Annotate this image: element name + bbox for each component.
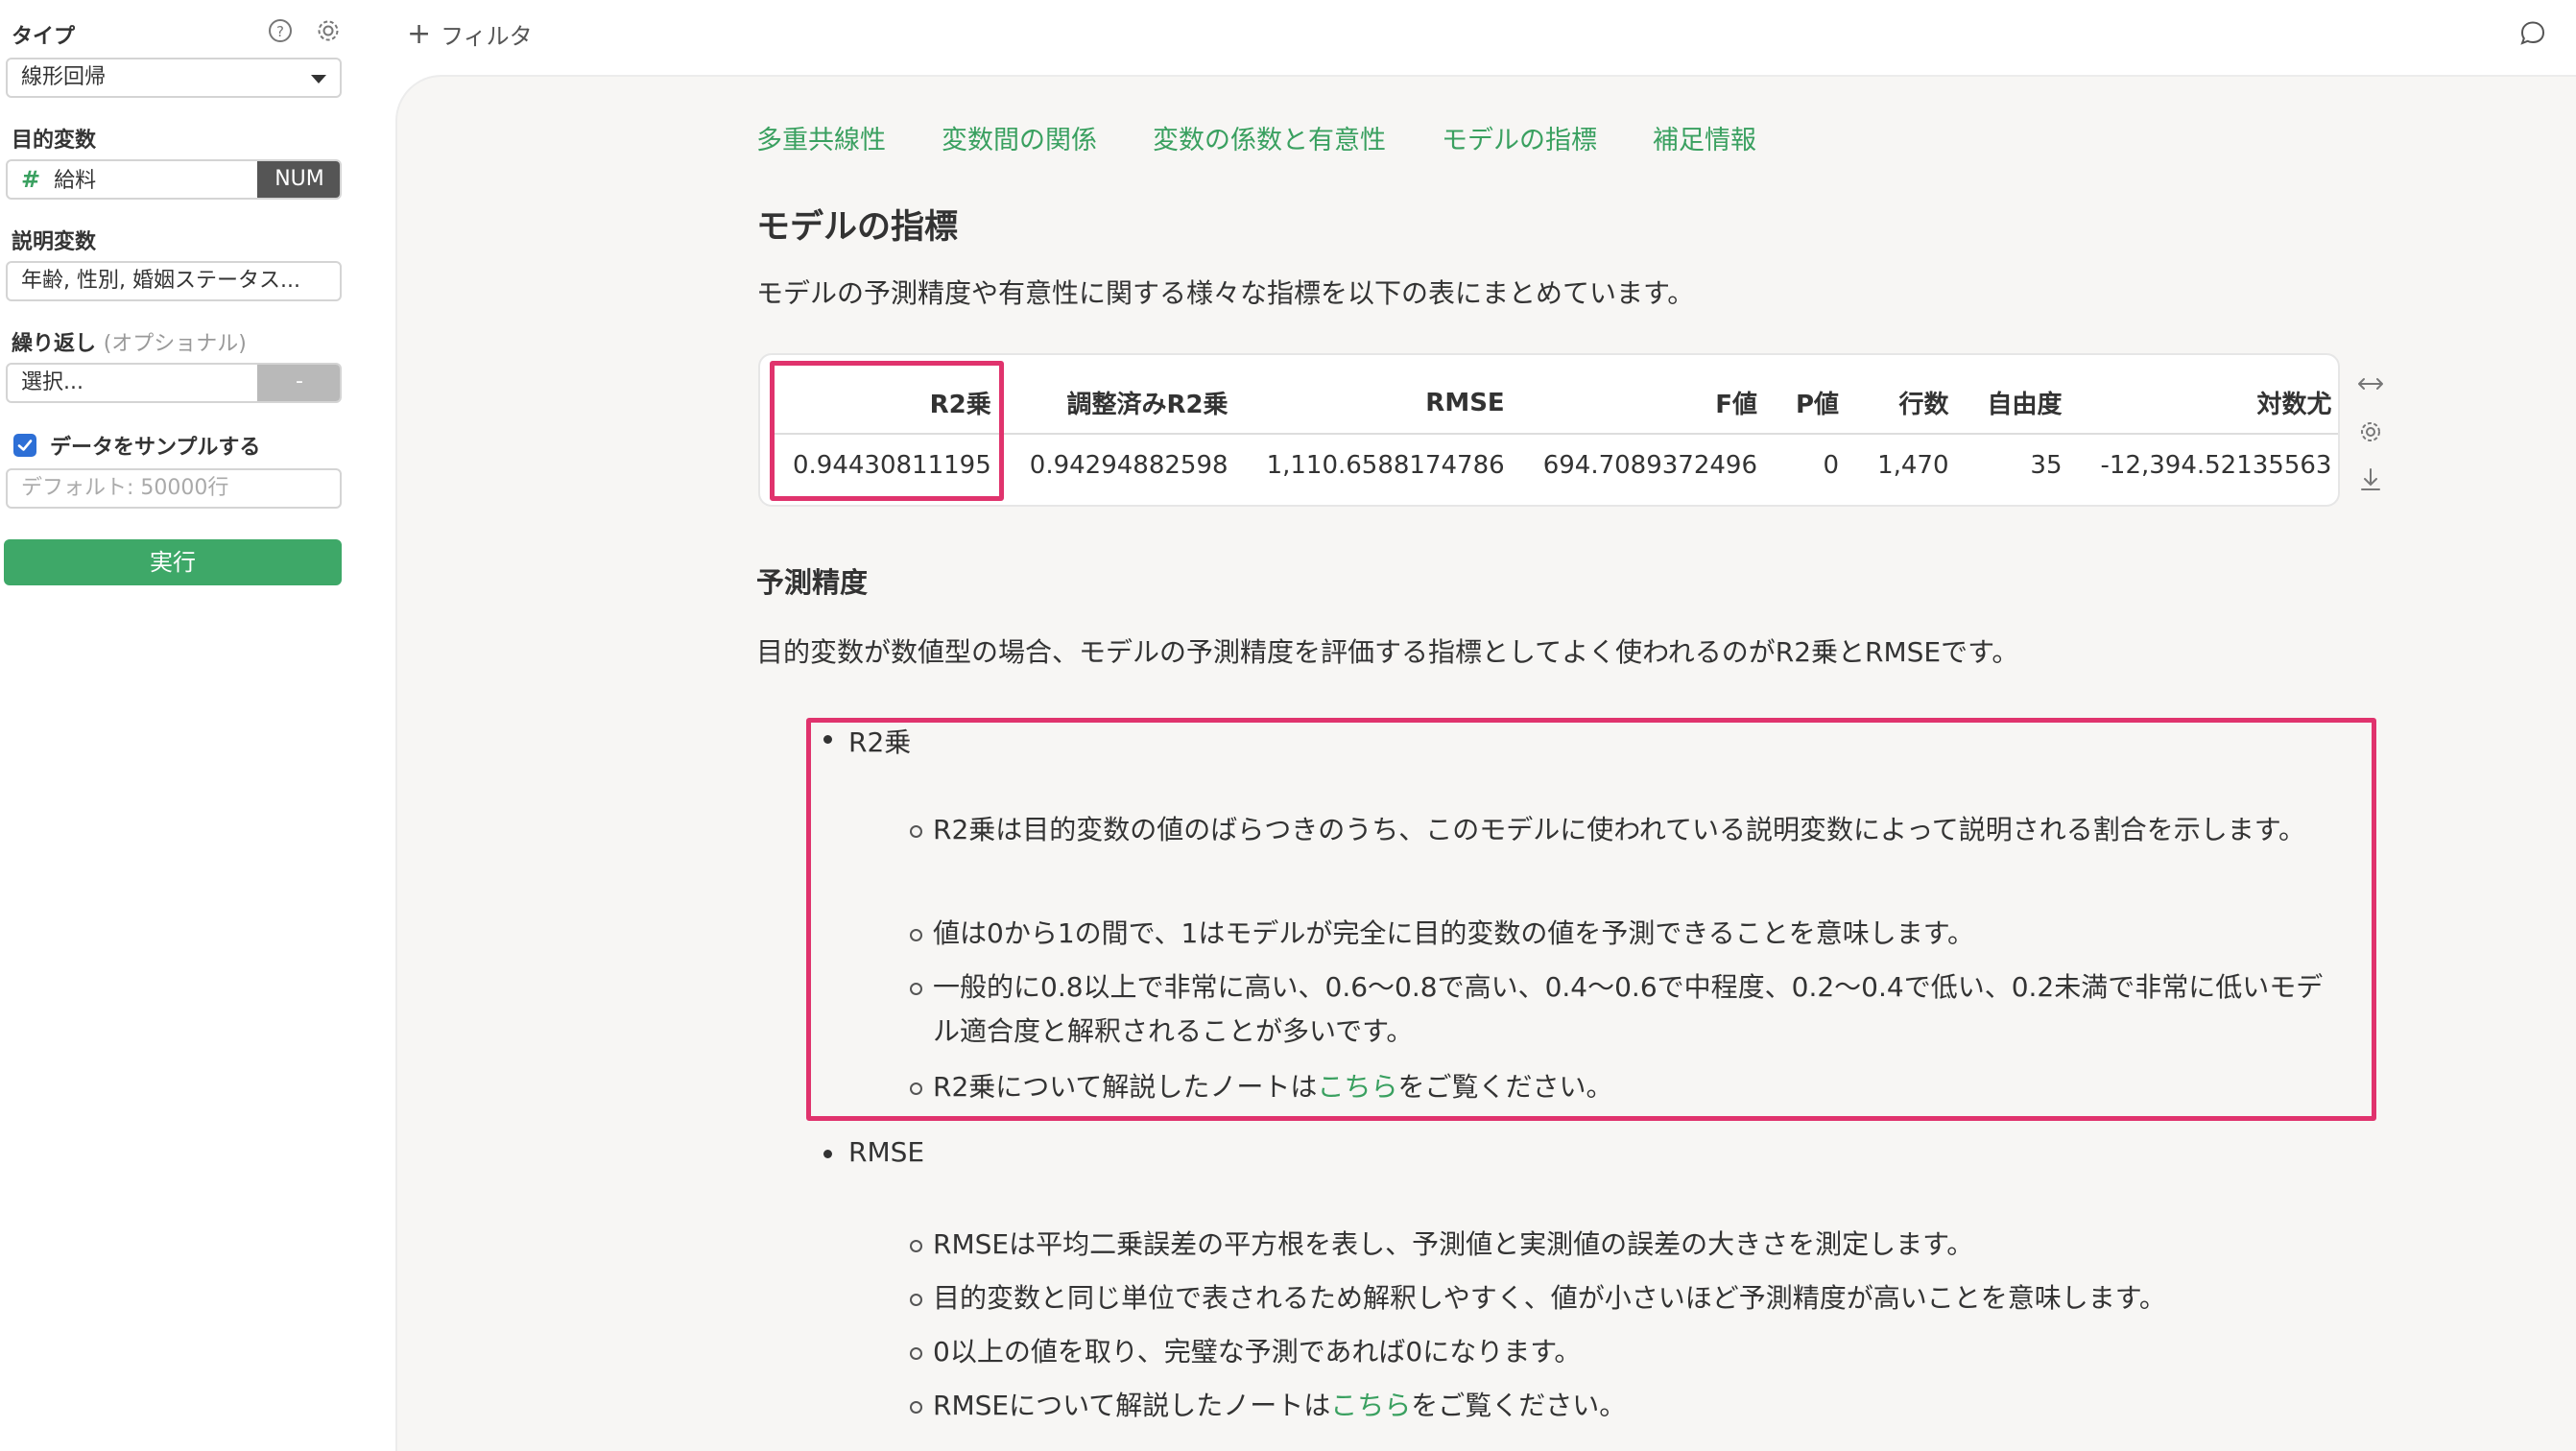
table-header-row: R2乗 調整済みR2乗 RMSE F値 P値 行数 自由度 対数尤 [774, 372, 2338, 435]
list-item-rmse: RMSE [823, 1136, 925, 1168]
tab-relationships[interactable]: 変数間の関係 [942, 119, 1097, 156]
rmse-link-prefix: RMSEについて解説したノートは [933, 1390, 1331, 1421]
list-item: 値は0から1の間で、1はモデルが完全に目的変数の値を予測できることを意味します。 [910, 912, 2325, 956]
list-item: 一般的に0.8以上で非常に高い、0.6〜0.8で高い、0.4〜0.6で中程度、0… [910, 965, 2325, 1054]
r2-link-suffix: をご覧ください。 [1397, 1071, 1613, 1103]
table-tools [2355, 369, 2390, 512]
col-dof: 自由度 [1968, 372, 2082, 435]
check-icon [17, 440, 33, 451]
repeat-select[interactable]: 選択... - [6, 363, 342, 403]
list-item: RMSEについて解説したノートはこちらをご覧ください。 [910, 1384, 2325, 1428]
repeat-label: 繰り返し (オプショナル) [12, 326, 247, 357]
sidebar: タイプ ? 線形回帰 目的変数 # 給料 NUM 説明変数 年齢, 性別, 婚姻ス… [0, 0, 355, 1451]
cell-rows: 1,470 [1877, 450, 1949, 480]
plus-icon: + [407, 16, 432, 51]
sample-size-input[interactable]: デフォルト: 50000行 [6, 468, 342, 509]
col-p: P値 [1777, 372, 1859, 435]
tab-multicollinearity[interactable]: 多重共線性 [756, 119, 886, 156]
settings-icon[interactable] [315, 17, 342, 44]
run-button[interactable]: 実行 [4, 539, 342, 585]
col-adj-r2: 調整済みR2乗 [1010, 372, 1248, 435]
section-description: 目的変数が数値型の場合、モデルの予測精度を評価する指標としてよく使われるのがR2… [756, 636, 2019, 668]
type-select[interactable]: 線形回帰 [6, 58, 342, 98]
table-settings-icon[interactable] [2355, 416, 2386, 447]
cell-adj-r2: 0.94294882598 [1029, 450, 1228, 480]
sample-size-placeholder: デフォルト: 50000行 [21, 476, 229, 500]
list-item: 0以上の値を取り、完璧な予測であれば0になります。 [910, 1330, 2325, 1374]
target-label: 目的変数 [12, 129, 97, 153]
sample-checkbox-row[interactable]: データをサンプルする [13, 430, 260, 461]
download-icon[interactable] [2355, 464, 2386, 495]
num-badge: NUM [257, 161, 340, 198]
explanatory-value: 年齢, 性別, 婚姻ステータス... [21, 269, 300, 293]
col-loglik: 対数尤 [2081, 372, 2338, 435]
metrics-table-card: R2乗 調整済みR2乗 RMSE F値 P値 行数 自由度 対数尤 0.9443… [758, 353, 2340, 507]
cell-dof: 35 [2030, 450, 2063, 480]
col-rmse: RMSE [1247, 372, 1524, 435]
numeric-type-icon: # [21, 166, 41, 193]
section-tabs: 多重共線性 変数間の関係 変数の係数と有意性 モデルの指標 補足情報 [756, 119, 1812, 156]
explanatory-label: 説明変数 [12, 230, 97, 254]
repeat-label-text: 繰り返し [12, 332, 97, 356]
type-label: タイプ [12, 25, 76, 49]
filter-button[interactable]: + フィルタ [407, 17, 533, 51]
cell-r2: 0.94430811195 [793, 450, 991, 480]
list-item-r2: R2乗 [823, 722, 911, 760]
repeat-placeholder: 選択... [21, 370, 83, 394]
explanatory-field[interactable]: 年齢, 性別, 婚姻ステータス... [6, 261, 342, 301]
col-f: F値 [1523, 372, 1777, 435]
tab-model-metrics[interactable]: モデルの指標 [1442, 119, 1597, 156]
filter-label: フィルタ [441, 23, 533, 50]
rmse-note-link[interactable]: こちら [1330, 1390, 1411, 1421]
sample-checkbox[interactable] [13, 434, 36, 457]
col-rows: 行数 [1858, 372, 1968, 435]
section-title: 予測精度 [756, 566, 869, 599]
cell-p: 0 [1823, 450, 1840, 480]
list-item: RMSEは平均二乗誤差の平方根を表し、予測値と実測値の誤差の大きさを測定します。 [910, 1223, 2325, 1267]
list-item: R2乗は目的変数の値のばらつきのうち、このモデルに使われている説明変数によって説… [910, 808, 2325, 852]
list-item: R2乗について解説したノートはこちらをご覧ください。 [910, 1065, 2325, 1109]
table-row: 0.94430811195 0.94294882598 1,110.658817… [774, 434, 2338, 495]
comment-icon[interactable] [2516, 17, 2549, 50]
r2-link-prefix: R2乗について解説したノートは [933, 1071, 1318, 1103]
r2-note-link[interactable]: こちら [1317, 1071, 1397, 1103]
cell-loglik: -12,394.52135563 [2100, 450, 2332, 480]
caret-down-icon [311, 75, 326, 83]
rmse-link-suffix: をご覧ください。 [1411, 1390, 1627, 1421]
page-title: モデルの指標 [756, 208, 959, 247]
tab-supplementary[interactable]: 補足情報 [1653, 119, 1756, 156]
page-description: モデルの予測精度や有意性に関する様々な指標を以下の表にまとめています。 [756, 277, 1695, 309]
cell-f: 694.7089372496 [1542, 450, 1757, 480]
main-panel: 多重共線性 変数間の関係 変数の係数と有意性 モデルの指標 補足情報 モデルの指… [395, 75, 2576, 1451]
expand-icon[interactable] [2355, 369, 2386, 399]
tab-coefficients[interactable]: 変数の係数と有意性 [1153, 119, 1386, 156]
target-value: 給料 [54, 169, 97, 193]
col-r2: R2乗 [774, 372, 1011, 435]
sample-label: データをサンプルする [50, 436, 261, 460]
metrics-table: R2乗 調整済みR2乗 RMSE F値 P値 行数 自由度 対数尤 0.9443… [774, 372, 2338, 495]
list-item: 目的変数と同じ単位で表されるため解釈しやすく、値が小さいほど予測精度が高いことを… [910, 1276, 2325, 1320]
help-icon[interactable]: ? [267, 17, 294, 44]
target-field[interactable]: # 給料 NUM [6, 159, 342, 200]
type-select-value: 線形回帰 [21, 65, 107, 89]
cell-rmse: 1,110.6588174786 [1266, 450, 1505, 480]
repeat-clear-button[interactable]: - [257, 365, 340, 401]
repeat-optional: (オプショナル) [103, 332, 247, 356]
svg-text:?: ? [276, 23, 284, 40]
